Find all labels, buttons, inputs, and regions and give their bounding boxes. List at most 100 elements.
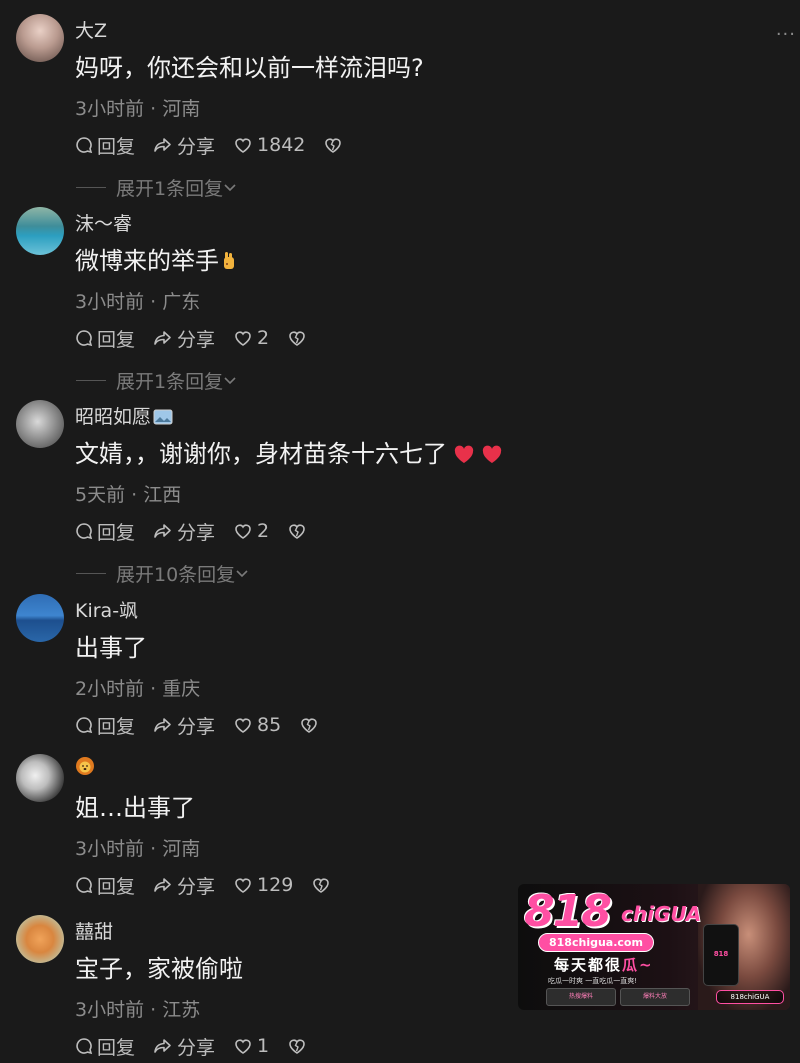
dislike-button[interactable] xyxy=(323,136,347,154)
like-icon xyxy=(235,331,251,346)
avatar[interactable] xyxy=(16,594,64,642)
expand-replies[interactable]: 展开10条回复 xyxy=(76,560,249,587)
watermark-ad[interactable]: 818 chiGUA 818chigua.com 每天都很瓜~ 吃瓜一时爽 一直… xyxy=(518,884,790,1010)
comment-icon xyxy=(76,1038,93,1055)
like-button[interactable]: 2 xyxy=(233,520,269,542)
share-label: 分享 xyxy=(177,521,216,544)
share-button[interactable]: 分享 xyxy=(153,872,215,899)
share-button[interactable]: 分享 xyxy=(153,325,215,352)
comment-meta: 5天前 · 江西 xyxy=(75,484,182,506)
like-button[interactable]: 129 xyxy=(233,874,293,896)
share-label: 分享 xyxy=(177,875,216,898)
expand-label: 展开10条回复 xyxy=(116,564,236,586)
comment-text-body: 微博来的举手 xyxy=(75,247,219,275)
comment-text: 微博来的举手 xyxy=(75,241,239,276)
comment-username[interactable]: 囍甜 xyxy=(75,917,113,944)
like-count: 2 xyxy=(257,520,270,542)
more-icon[interactable]: ··· xyxy=(776,24,796,45)
comment-icon xyxy=(76,523,93,540)
chevron-down-icon xyxy=(224,183,236,191)
comment-meta: 3小时前 · 广东 xyxy=(75,291,201,313)
divider-line xyxy=(76,380,106,381)
comment-username[interactable]: 大Z xyxy=(75,16,107,43)
share-icon xyxy=(154,1039,171,1053)
dislike-button[interactable] xyxy=(287,329,311,347)
reply-button[interactable]: 回复 xyxy=(75,1033,135,1060)
like-count: 2 xyxy=(257,327,270,349)
comment-actions: 回复 分享 85 xyxy=(75,712,341,738)
like-button[interactable]: 2 xyxy=(233,327,269,349)
reply-label: 回复 xyxy=(97,135,136,158)
ad-button-1: 热搜爆料 xyxy=(546,988,616,1006)
comment-username[interactable]: Kira-飒 xyxy=(75,596,138,623)
comment-text: 文婧，，谢谢你，身材苗条十六七了 xyxy=(75,434,503,469)
chevron-down-icon xyxy=(224,376,236,384)
like-count: 1 xyxy=(257,1035,270,1057)
divider-line xyxy=(76,573,106,574)
username-text: 昭昭如愿 xyxy=(75,406,152,428)
avatar[interactable] xyxy=(16,915,64,963)
reply-button[interactable]: 回复 xyxy=(75,325,135,352)
ad-slogan-main: 每天都很 xyxy=(554,956,623,974)
ad-tagline: 吃瓜一时爽 一直吃瓜一直爽! xyxy=(548,977,638,985)
comment-icon xyxy=(76,137,93,154)
reply-button[interactable]: 回复 xyxy=(75,132,135,159)
share-icon xyxy=(154,524,171,538)
like-button[interactable]: 85 xyxy=(233,714,281,736)
raised-hand-emoji xyxy=(224,252,234,269)
reply-label: 回复 xyxy=(97,328,136,351)
like-icon xyxy=(235,878,251,893)
reply-button[interactable]: 回复 xyxy=(75,872,135,899)
dislike-button[interactable] xyxy=(287,522,311,540)
share-icon xyxy=(154,331,171,345)
comment-username[interactable]: 沫～睿 xyxy=(75,209,132,236)
reply-button[interactable]: 回复 xyxy=(75,518,135,545)
dislike-icon xyxy=(301,718,318,733)
ad-logo: 818 xyxy=(524,886,612,937)
comment-meta: 2小时前 · 重庆 xyxy=(75,678,201,700)
comment-icon xyxy=(76,717,93,734)
like-icon xyxy=(235,524,251,539)
dislike-button[interactable] xyxy=(299,716,323,734)
reply-label: 回复 xyxy=(97,1036,136,1059)
comment-actions: 回复 分享 1 xyxy=(75,1033,329,1059)
share-label: 分享 xyxy=(177,1036,216,1059)
expand-replies[interactable]: 展开1条回复 xyxy=(76,367,237,394)
like-count: 129 xyxy=(257,874,294,896)
like-button[interactable]: 1 xyxy=(233,1035,269,1057)
share-button[interactable]: 分享 xyxy=(153,132,215,159)
comment-text: 宝子，家被偷啦 xyxy=(75,955,243,983)
like-count: 1842 xyxy=(257,134,306,156)
dislike-button[interactable] xyxy=(287,1037,311,1055)
photo-emoji xyxy=(153,409,173,425)
like-button[interactable]: 1842 xyxy=(233,134,305,156)
like-count: 85 xyxy=(257,714,282,736)
avatar[interactable] xyxy=(16,14,64,62)
comment-actions: 回复 分享 2 xyxy=(75,325,329,351)
comment-actions: 回复 分享 1842 xyxy=(75,132,365,158)
share-button[interactable]: 分享 xyxy=(153,1033,215,1060)
dislike-icon xyxy=(289,331,305,346)
comment-username[interactable] xyxy=(75,756,95,778)
comment-actions: 回复 分享 2 xyxy=(75,518,329,544)
share-button[interactable]: 分享 xyxy=(153,712,215,739)
share-label: 分享 xyxy=(177,135,216,158)
comment-username[interactable]: 昭昭如愿 xyxy=(75,402,173,429)
dislike-button[interactable] xyxy=(311,876,335,894)
avatar[interactable] xyxy=(16,754,64,802)
comment-meta: 3小时前 · 河南 xyxy=(75,838,201,860)
share-icon xyxy=(154,138,171,152)
reply-button[interactable]: 回复 xyxy=(75,712,135,739)
ad-slogan: 每天都很瓜~ xyxy=(554,954,654,975)
share-icon xyxy=(154,718,171,732)
share-label: 分享 xyxy=(177,715,216,738)
heart-emoji xyxy=(482,445,502,463)
comment-text: 姐…出事了 xyxy=(75,794,195,822)
expand-replies[interactable]: 展开1条回复 xyxy=(76,174,237,201)
avatar[interactable] xyxy=(16,400,64,448)
avatar[interactable] xyxy=(16,207,64,255)
like-icon xyxy=(235,1039,251,1054)
dislike-icon xyxy=(289,524,305,539)
share-button[interactable]: 分享 xyxy=(153,518,215,545)
dislike-icon xyxy=(325,138,342,153)
